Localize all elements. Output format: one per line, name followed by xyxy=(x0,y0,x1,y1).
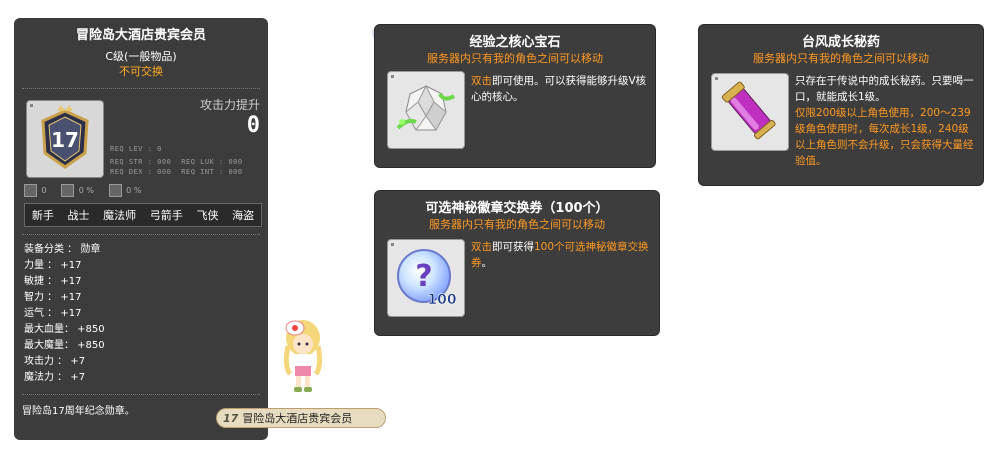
character-icon xyxy=(283,320,323,392)
medal-number: 17 xyxy=(51,128,79,152)
stat-str: 力量 ： +17 xyxy=(24,260,82,271)
item-description: 只存在于传说中的成长秘药。只要喝一口，就能成长1级。 仅限200级以上角色使用，… xyxy=(795,75,974,167)
svg-text:?: ? xyxy=(415,259,432,294)
job-archer: 弓箭手 xyxy=(149,209,183,222)
trade-restriction: 服务器内只有我的角色之间可以移动 xyxy=(429,218,605,231)
job-list: 新手 战士 魔法师 弓箭手 飞侠 海盗 xyxy=(24,203,262,227)
stat-list: 装备分类 ： 勋章 力量 ： +17 敏捷 ： +17 智力 ： +17 运气 … xyxy=(24,242,105,386)
item-title: 台风成长秘药 xyxy=(801,35,880,50)
attack-increase-value: 0 xyxy=(246,113,260,138)
job-beginner: 新手 xyxy=(31,209,54,222)
stat-luk: 运气 ： +17 xyxy=(24,308,82,319)
medal-tooltip: 冒险岛大酒店贵宾会员 C级(一般物品) 不可交换 17 攻击力提升 0 REQ … xyxy=(14,18,268,440)
emblem-voucher-tooltip: 可选神秘徽章交换券（100个） 服务器内只有我的角色之间可以移动 ? 100 双… xyxy=(374,190,660,336)
item-description: 双击即可获得100个可选神秘徽章交换券。 xyxy=(471,241,649,269)
item-title: 经验之核心宝石 xyxy=(469,35,561,50)
stat-category: 装备分类 ： 勋章 xyxy=(24,244,101,255)
divider xyxy=(22,234,260,235)
medal-nameplate: 17 冒险岛大酒店贵宾会员 xyxy=(216,408,386,428)
item-icon-box xyxy=(711,73,789,151)
core-gem-tooltip: 经验之核心宝石 服务器内只有我的角色之间可以移动 双击即可使用。可以获得能够升级… xyxy=(374,24,656,168)
item-grade: C级(一般物品) xyxy=(105,50,177,63)
job-pirate: 海盗 xyxy=(232,209,255,222)
stat-value-3: 0 % xyxy=(126,186,142,195)
extra-stat-icons: 0 0 % 0 % xyxy=(24,184,214,198)
stat-max-hp: 最大血量： +850 xyxy=(24,324,105,335)
stat-attack: 攻击力 ： +7 xyxy=(24,356,86,367)
potion-icon xyxy=(721,81,776,140)
item-title: 可选神秘徽章交换券（100个） xyxy=(425,201,609,216)
trade-restriction: 不可交换 xyxy=(119,65,163,78)
boss-damage-icon xyxy=(61,184,75,197)
item-icon-box: 17 xyxy=(26,100,104,178)
divider xyxy=(22,394,260,395)
voucher-count: 100 xyxy=(427,292,456,308)
req-level: REQ LEV : 0 xyxy=(110,145,162,153)
item-title: 冒险岛大酒店贵宾会员 xyxy=(75,28,206,43)
req-dex-int: REQ DEX : 000 REQ INT : 000 xyxy=(110,168,243,176)
trade-restriction: 服务器内只有我的角色之间可以移动 xyxy=(753,52,929,65)
job-thief: 飞侠 xyxy=(196,209,219,222)
item-icon-box xyxy=(387,71,465,149)
core-gem-icon xyxy=(396,84,456,131)
ignore-defense-icon xyxy=(108,184,122,197)
stat-value-1: 0 xyxy=(41,186,47,195)
stat-int: 智力 ： +17 xyxy=(24,292,82,303)
medal-badge-label: 冒险岛大酒店贵宾会员 xyxy=(242,412,353,425)
stat-dex: 敏捷 ： +17 xyxy=(24,276,82,287)
item-icon-box: ? 100 xyxy=(387,239,465,317)
typhoon-potion-tooltip: 台风成长秘药 服务器内只有我的角色之间可以移动 只存在于传说中的成长秘药。只要喝… xyxy=(698,24,984,186)
item-description: 冒险岛17周年纪念勋章。 xyxy=(22,406,135,417)
item-description: 双击即可使用。可以获得能够升级V核心的核心。 xyxy=(471,75,647,103)
job-warrior: 战士 xyxy=(67,209,90,222)
job-magician: 魔法师 xyxy=(103,209,137,222)
trade-restriction: 服务器内只有我的角色之间可以移动 xyxy=(427,52,603,65)
medal-badge-number: 17 xyxy=(223,411,239,425)
voucher-icon: ? 100 xyxy=(397,249,457,308)
character-sprite[interactable] xyxy=(280,316,326,394)
stat-max-mp: 最大魔量： +850 xyxy=(24,340,105,351)
medal-icon: 17 xyxy=(30,104,89,169)
attack-increase-label: 攻击力提升 xyxy=(199,98,260,112)
stat-value-2: 0 % xyxy=(78,186,94,195)
stat-magic: 魔法力 ： +7 xyxy=(24,372,86,383)
item-type-icon xyxy=(24,184,37,197)
divider xyxy=(22,88,260,89)
req-str-luk: REQ STR : 000 REQ LUK : 000 xyxy=(110,158,243,166)
